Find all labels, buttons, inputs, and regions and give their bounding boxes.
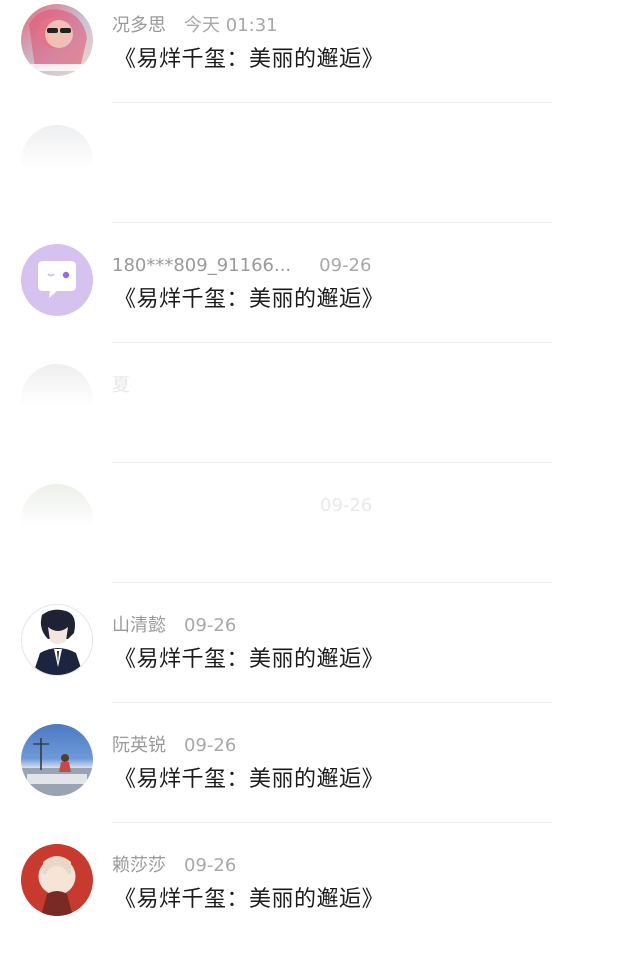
- comment-time: 09-26: [320, 495, 373, 516]
- divider: [112, 702, 552, 703]
- divider: [112, 342, 552, 343]
- divider: [112, 822, 552, 823]
- comment-time: 09-26: [319, 255, 372, 276]
- comment-meta: [112, 133, 130, 159]
- comment-text: 《易烊千玺：美丽的邂逅》: [114, 287, 385, 312]
- comment-text: 《易烊千玺：美丽的邂逅》: [114, 647, 385, 672]
- comment-meta: 山清懿 09-26: [112, 613, 236, 639]
- comment-time: 今天 01:31: [184, 15, 278, 36]
- comment-author[interactable]: 180***809_91166...: [112, 253, 291, 279]
- comment-meta: 赖莎莎 09-26: [112, 853, 236, 879]
- comment-time: 09-26: [184, 735, 237, 756]
- comment-item[interactable]: 09-26: [0, 480, 640, 600]
- comment-item[interactable]: 夏: [0, 360, 640, 480]
- comment-item[interactable]: 况多思 今天 01:31 《易烊千玺：美丽的邂逅》: [0, 0, 640, 120]
- comment-item[interactable]: 阮英锐 09-26 《易烊千玺：美丽的邂逅》: [0, 720, 640, 840]
- comment-list: 况多思 今天 01:31 《易烊千玺：美丽的邂逅》 180***809_91166…: [0, 0, 640, 916]
- divider: [112, 102, 552, 103]
- comment-meta: 09-26: [320, 493, 372, 519]
- avatar[interactable]: [21, 484, 93, 556]
- comment-author[interactable]: 夏: [112, 373, 130, 399]
- comment-text: 《易烊千玺：美丽的邂逅》: [114, 767, 385, 792]
- comment-text: 《易烊千玺：美丽的邂逅》: [114, 887, 385, 912]
- chat-bubble-icon: [38, 261, 76, 298]
- divider: [112, 582, 552, 583]
- divider: [112, 222, 552, 223]
- comment-time: 09-26: [184, 615, 237, 636]
- divider: [112, 462, 552, 463]
- avatar[interactable]: [21, 844, 93, 916]
- comment-author[interactable]: 阮英锐: [112, 733, 166, 759]
- comment-author[interactable]: 况多思: [112, 13, 166, 39]
- comment-meta: 阮英锐 09-26: [112, 733, 236, 759]
- comment-author[interactable]: 山清懿: [112, 613, 166, 639]
- comment-meta: 夏: [112, 373, 148, 399]
- comment-item[interactable]: [0, 120, 640, 240]
- comment-meta: 况多思 今天 01:31: [112, 13, 278, 39]
- avatar[interactable]: [21, 604, 93, 676]
- comment-author[interactable]: 赖莎莎: [112, 853, 166, 879]
- avatar[interactable]: [21, 244, 93, 316]
- avatar[interactable]: [21, 4, 93, 76]
- comment-text: 《易烊千玺：美丽的邂逅》: [114, 47, 385, 72]
- comment-item[interactable]: 赖莎莎 09-26 《易烊千玺：美丽的邂逅》: [0, 840, 640, 960]
- avatar[interactable]: [21, 364, 93, 436]
- comment-item[interactable]: 山清懿 09-26 《易烊千玺：美丽的邂逅》: [0, 600, 640, 720]
- comment-time: 09-26: [184, 855, 237, 876]
- comment-meta: 180***809_91166... 09-26: [112, 253, 371, 279]
- comment-item[interactable]: 180***809_91166... 09-26 《易烊千玺：美丽的邂逅》: [0, 240, 640, 360]
- avatar[interactable]: [21, 125, 93, 197]
- avatar[interactable]: [21, 724, 93, 796]
